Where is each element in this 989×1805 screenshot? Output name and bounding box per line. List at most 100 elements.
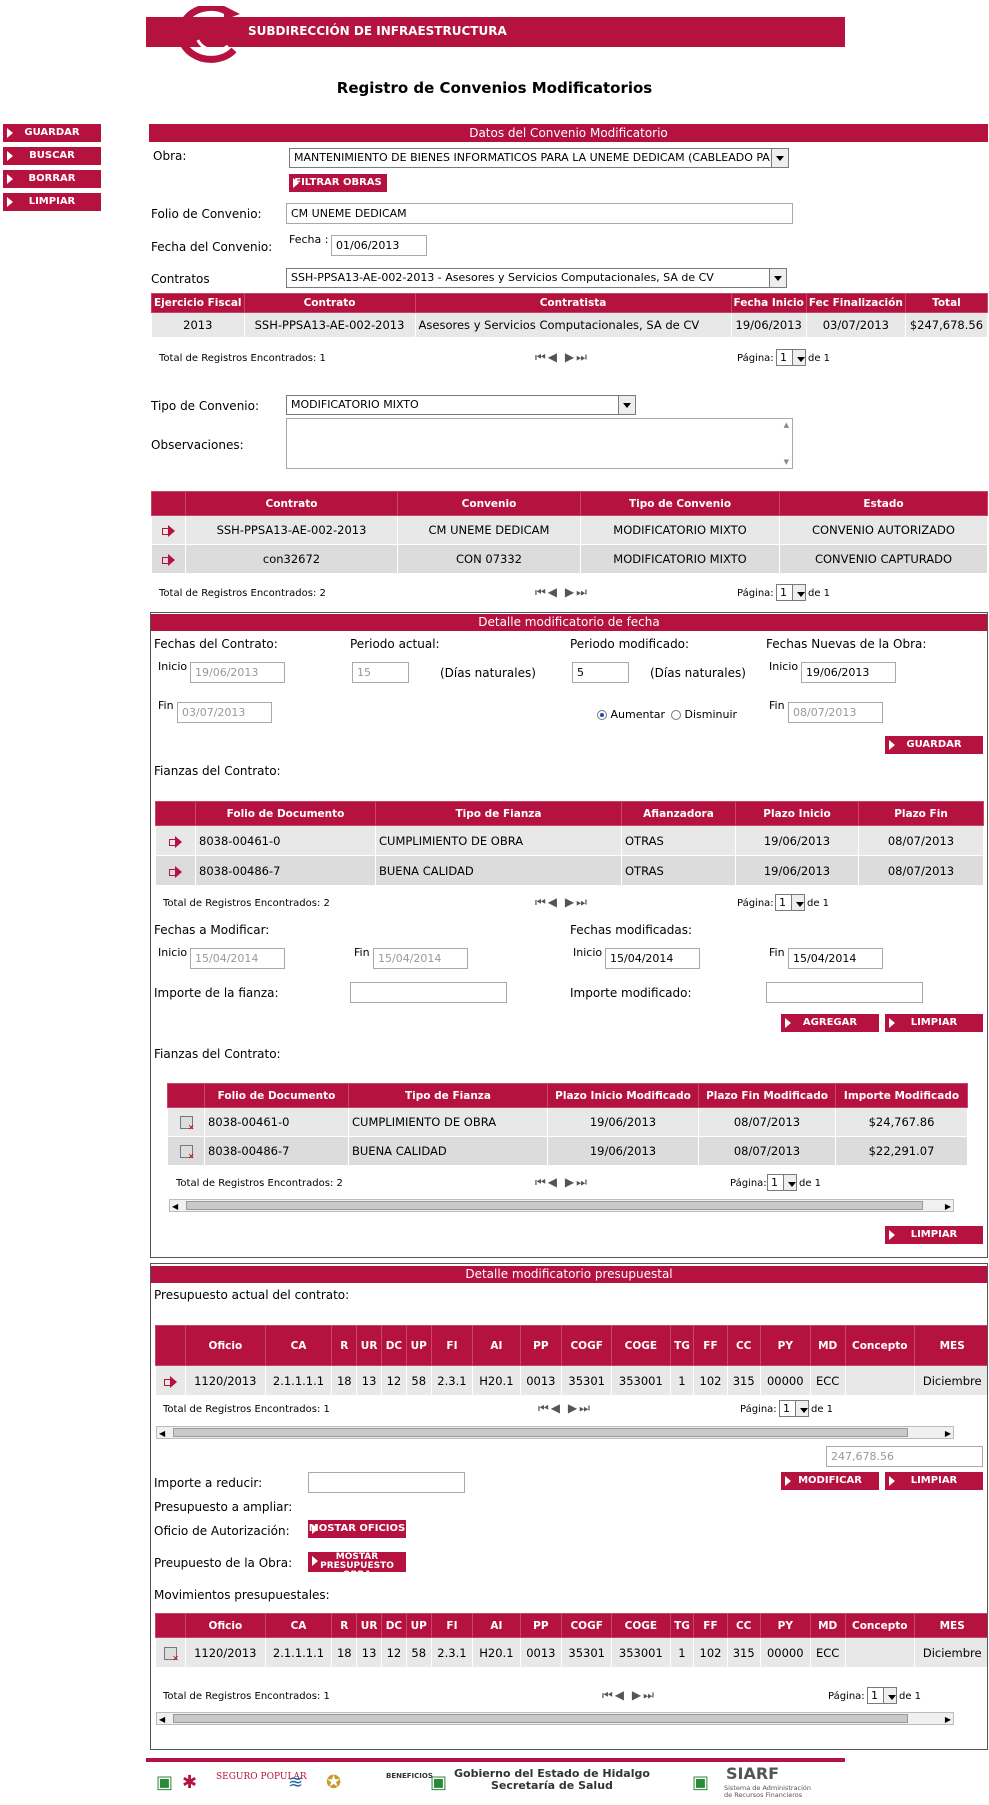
limpiar-fianza-button[interactable]: LIMPIAR (885, 1014, 983, 1032)
folio-input[interactable] (286, 203, 793, 224)
periodo-actual-input[interactable] (352, 662, 409, 683)
horizontal-scrollbar[interactable]: ◀ ▶ (156, 1712, 954, 1725)
modificar-button[interactable]: MODIFICAR (781, 1472, 879, 1490)
table-row[interactable]: 8038-00461-0CUMPLIMIENTO DE OBRA19/06/20… (167, 1107, 968, 1137)
pager-nav[interactable]: ⏮◀ ▶⏭ (535, 350, 589, 365)
presupuesto-amount-input[interactable] (826, 1446, 983, 1467)
tipo-convenio-select[interactable]: MODIFICATORIO MIXTO (286, 395, 636, 415)
modificar-fin-input[interactable] (373, 948, 468, 969)
pager-nav[interactable]: ⏮◀ ▶⏭ (602, 1688, 656, 1703)
table-row[interactable]: 8038-00486-7BUENA CALIDAD19/06/201308/07… (167, 1136, 968, 1166)
table-row[interactable]: 1120/20132.1.1.1.1181312582.3.1H20.10013… (155, 1637, 987, 1668)
row-select-cell[interactable] (151, 544, 186, 574)
table-row[interactable]: SSH-PPSA13-AE-002-2013 CM UNEME DEDICAM MO… (151, 515, 988, 545)
row-delete-cell[interactable] (167, 1107, 205, 1137)
table-row[interactable]: 8038-00461-0 CUMPLIMIENTO DE OBRA OTRAS 19/… (155, 825, 984, 856)
cell: 2.3.1 (430, 1365, 474, 1396)
page-select[interactable]: 1 (867, 1687, 897, 1704)
fecha-sub-label: Fecha : (289, 233, 329, 246)
guardar-fecha-button[interactable]: GUARDAR (885, 736, 983, 754)
pager-nav[interactable]: ⏮◀ ▶⏭ (535, 585, 589, 600)
col-header: Plazo Fin (858, 801, 984, 826)
radio-off-icon (671, 710, 681, 720)
horizontal-scrollbar[interactable]: ◀ ▶ (156, 1426, 954, 1439)
col-header: UR (356, 1325, 383, 1366)
scroll-thumb[interactable] (173, 1714, 908, 1723)
presupuesto-section-header: Detalle modificatorio presupuestal (151, 1266, 987, 1283)
importe-fianza-input[interactable] (350, 982, 507, 1003)
table-row[interactable]: con32672 CON 07332 MODIFICATORIO MIXTO CONV… (151, 544, 988, 574)
cell: 2.3.1 (430, 1637, 474, 1668)
dias-label: (Días naturales) (440, 666, 536, 680)
importe-modificado-input[interactable] (766, 982, 923, 1003)
agregar-button[interactable]: AGREGAR (781, 1014, 879, 1032)
pagina-label: Página: (740, 1404, 777, 1415)
filtrar-obras-button[interactable]: FILTRAR OBRAS (289, 174, 387, 192)
obra-select[interactable]: MANTENIMIENTO DE BIENES INFORMATICOS PAR… (289, 148, 789, 168)
row-select-cell[interactable] (155, 1637, 186, 1668)
obra-select-value: MANTENIMIENTO DE BIENES INFORMATICOS PAR… (294, 151, 785, 164)
row-select-cell[interactable] (155, 825, 196, 856)
sidebar-limpiar-button[interactable]: LIMPIAR (3, 193, 101, 211)
cell (844, 1637, 915, 1668)
aumentar-radio[interactable]: Aumentar (597, 708, 665, 721)
contrato-fin-input[interactable] (177, 702, 272, 723)
col-header: UP (405, 1325, 432, 1366)
importe-reducir-input[interactable] (308, 1472, 465, 1493)
page-select[interactable]: 1 (776, 584, 806, 601)
horizontal-scrollbar[interactable]: ◀ ▶ (169, 1199, 954, 1212)
cell: $24,767.86 (835, 1107, 968, 1137)
col-header: PP (519, 1613, 563, 1638)
page-select[interactable]: 1 (767, 1174, 797, 1191)
mostrar-presupuesto-obra-button[interactable]: MOSTAR PRESUPUESTO OBRA (308, 1552, 406, 1580)
periodo-modificado-label: Periodo modificado: (570, 637, 690, 651)
row-select-cell[interactable] (155, 1365, 186, 1396)
contratos-select[interactable]: SSH-PPSA13-AE-002-2013 - Asesores y Serv… (286, 268, 787, 288)
pager-nav[interactable]: ⏮◀ ▶⏭ (535, 1175, 589, 1190)
delete-icon (179, 1145, 195, 1161)
sidebar-borrar-button[interactable]: BORRAR (3, 170, 101, 188)
sidebar-guardar-button[interactable]: GUARDAR (3, 124, 101, 142)
row-delete-cell[interactable] (167, 1136, 205, 1166)
nueva-inicio-input[interactable] (801, 662, 896, 683)
limpiar-presupuesto-button[interactable]: LIMPIAR (885, 1472, 983, 1490)
fin-label: Fin (354, 946, 370, 959)
table-row[interactable]: 2013 SSH-PPSA13-AE-002-2013 Asesores y Ser… (151, 312, 989, 338)
modificada-inicio-input[interactable] (605, 948, 700, 969)
nueva-fin-input[interactable] (788, 702, 883, 723)
fianzas-contrato-label-2: Fianzas del Contrato: (154, 1047, 281, 1061)
cell: CONVENIO AUTORIZADO (779, 515, 988, 545)
col-header: Folio de Documento (204, 1083, 349, 1108)
fin-label: Fin (769, 946, 785, 959)
contrato-inicio-input[interactable] (190, 662, 285, 683)
page-select[interactable]: 1 (779, 1400, 809, 1417)
cell: ECC (809, 1637, 846, 1668)
scroll-right-icon: ▶ (944, 1715, 951, 1724)
scroll-thumb[interactable] (186, 1201, 923, 1210)
cell: Asesores y Servicios Computacionales, SA… (414, 312, 732, 338)
disminuir-radio[interactable]: Disminuir (671, 708, 737, 721)
mostrar-oficios-button[interactable]: MOSTAR OFICIOS (308, 1520, 406, 1538)
observaciones-textarea[interactable]: ▲ ▼ (286, 418, 793, 469)
modificada-fin-input[interactable] (788, 948, 883, 969)
presupuesto-table-wrap: Oficio CA R UR DC UP FI AI PP COGF COGE TG FF CC PY MD C… (155, 1325, 987, 1396)
sidebar-buscar-button[interactable]: BUSCAR (3, 147, 101, 165)
pager-nav[interactable]: ⏮◀ ▶⏭ (538, 1401, 592, 1416)
page-select[interactable]: 1 (776, 349, 806, 366)
col-header: CA (264, 1613, 333, 1638)
page-select[interactable]: 1 (775, 894, 805, 911)
table-row[interactable]: 8038-00486-7 BUENA CALIDAD OTRAS 19/06/2013… (155, 855, 984, 886)
cell: CON 07332 (397, 544, 581, 574)
scroll-thumb[interactable] (173, 1428, 908, 1437)
pager-nav[interactable]: ⏮◀ ▶⏭ (535, 895, 589, 910)
fecha-input[interactable] (331, 235, 427, 256)
gobierno-line: Secretaría de Salud (491, 1779, 613, 1792)
limpiar-fechas-button[interactable]: LIMPIAR (885, 1226, 983, 1244)
table-row[interactable]: 1120/20132.1.1.1.1181312582.3.1H20.10013… (155, 1365, 987, 1396)
periodo-modificado-input[interactable] (572, 662, 629, 683)
siarf-subtitle: Sistema de Administración de Recursos Fin… (724, 1785, 811, 1799)
row-select-cell[interactable] (155, 855, 196, 886)
row-select-cell[interactable] (151, 515, 186, 545)
modificar-inicio-input[interactable] (190, 948, 285, 969)
col-header: Tipo de Fianza (375, 801, 622, 826)
